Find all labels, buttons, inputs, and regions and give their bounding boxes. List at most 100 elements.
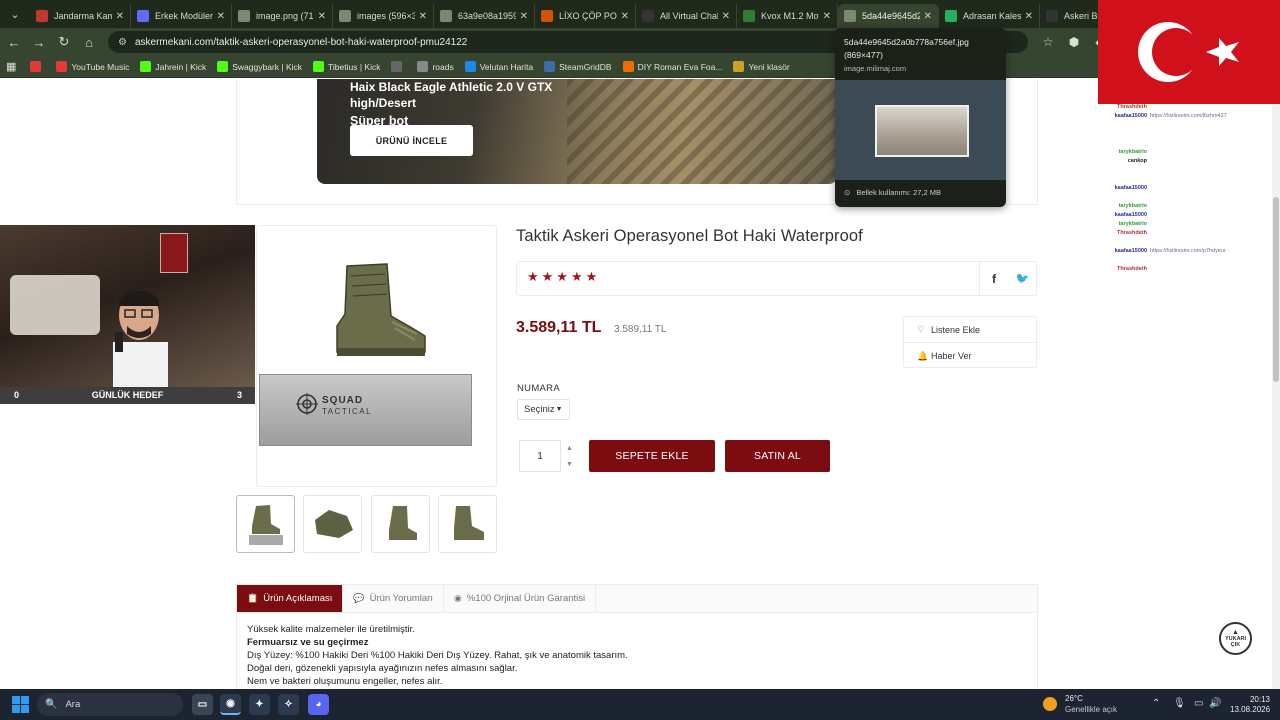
- bookmark-star-icon[interactable]: ☆: [1038, 32, 1058, 52]
- review-product-button[interactable]: ÜRÜNÜ İNCELE: [350, 125, 473, 156]
- bookmark-item[interactable]: Velutan Harita: [464, 61, 533, 72]
- tab-close-icon[interactable]: ✕: [823, 11, 831, 22]
- forward-icon[interactable]: →: [28, 31, 50, 53]
- tab-close-icon[interactable]: ✕: [318, 11, 326, 22]
- reload-icon[interactable]: ↻: [53, 31, 75, 53]
- app-icon-2[interactable]: ✧: [278, 694, 299, 715]
- bookmark-item[interactable]: roads: [417, 61, 454, 72]
- extension-icon[interactable]: ⬢: [1064, 32, 1084, 52]
- browser-tab[interactable]: Adrasan Kales ✕: [939, 4, 1040, 28]
- system-clock[interactable]: 20:13 13.08.2026: [1230, 695, 1270, 715]
- bookmark-item[interactable]: SteamGridDB: [544, 61, 612, 72]
- twitter-share-icon[interactable]: 🐦: [1008, 262, 1037, 295]
- chat-message: Thrashdeth: [1098, 230, 1280, 237]
- chat-message: [1098, 239, 1280, 246]
- back-icon[interactable]: ←: [3, 31, 25, 53]
- buy-now-button[interactable]: SATIN AL: [725, 440, 830, 472]
- streamer-image: [113, 290, 168, 387]
- facebook-share-icon[interactable]: f: [979, 262, 1008, 295]
- tab-close-icon[interactable]: ✕: [621, 11, 629, 22]
- tab-close-icon[interactable]: ✕: [217, 11, 225, 22]
- bookmark-item[interactable]: Tibetius | Kick: [313, 61, 380, 72]
- site-info-icon[interactable]: ⚙: [118, 37, 127, 48]
- tab-title: All Virtual Chal: [660, 11, 718, 21]
- product-tab[interactable]: 📋 Ürün Açıklaması: [237, 585, 344, 612]
- app-icon[interactable]: ✦: [249, 694, 270, 715]
- chrome-icon[interactable]: ◉: [220, 694, 241, 715]
- tab-favicon-icon: [137, 10, 149, 22]
- chat-username: Thrashdeth: [1117, 230, 1147, 236]
- tab-close-icon[interactable]: ✕: [419, 11, 427, 22]
- browser-tab[interactable]: All Virtual Chal ✕: [636, 4, 737, 28]
- turkish-flag-overlay: [1098, 0, 1280, 104]
- product-gallery[interactable]: SQUAD TACTICAL: [256, 225, 497, 487]
- taskbar-search[interactable]: 🔍 Ara: [37, 693, 183, 716]
- windows-start-icon[interactable]: [12, 696, 29, 713]
- scroll-to-top-button[interactable]: ▲ YUKARI ÇIK: [1219, 622, 1252, 655]
- hover-card-preview: [835, 80, 1006, 180]
- chat-message: [1098, 176, 1280, 183]
- tab-close-icon[interactable]: ✕: [1025, 11, 1033, 22]
- home-icon[interactable]: ⌂: [78, 31, 100, 53]
- chat-username: kaafaa15000: [1114, 185, 1147, 191]
- quantity-increase-icon[interactable]: ▲: [563, 441, 576, 455]
- microphone-icon[interactable]: 🎙: [1173, 698, 1186, 709]
- tab-title: Jandarma Kam: [54, 11, 112, 21]
- bookmark-item[interactable]: [391, 61, 406, 72]
- bookmark-item[interactable]: Jahrein | Kick: [140, 61, 206, 72]
- chat-username: [1098, 131, 1147, 138]
- chat-message: [1098, 194, 1280, 201]
- browser-tab[interactable]: images (596×3 ✕: [333, 4, 434, 28]
- webcam-light: [10, 275, 100, 335]
- size-select[interactable]: Seçiniz ▼: [517, 399, 570, 420]
- tab-close-icon[interactable]: ✕: [722, 11, 730, 22]
- add-to-cart-button[interactable]: SEPETE EKLE: [589, 440, 715, 472]
- tab-strip: ⌄ Jandarma Kam ✕ Erkek Modüler ✕ image.png (…: [0, 0, 1280, 28]
- bookmark-item[interactable]: [30, 61, 45, 72]
- discord-icon[interactable]: ◕: [308, 694, 329, 715]
- tab-title: LİXO ÇÖP POŞ: [559, 11, 617, 21]
- product-tab[interactable]: 💬 Ürün Yorumları: [343, 585, 444, 612]
- product-actions: ♡ Listene Ekle 🔔 Haber Ver: [903, 316, 1037, 368]
- thumbnail-image: [248, 505, 283, 545]
- product-thumbnail-4[interactable]: [438, 495, 497, 553]
- quantity-decrease-icon[interactable]: ▼: [563, 457, 576, 471]
- tab-close-icon[interactable]: ✕: [924, 11, 932, 22]
- chat-message: Thrashdeth: [1098, 266, 1280, 273]
- network-icon[interactable]: ▭: [1194, 698, 1203, 709]
- apps-grid-icon[interactable]: ▦: [6, 60, 16, 73]
- browser-tab[interactable]: Erkek Modüler ✕: [131, 4, 232, 28]
- volume-icon[interactable]: 🔊: [1209, 698, 1221, 709]
- thumbnail-image: [388, 506, 417, 540]
- file-explorer-icon[interactable]: ▭: [192, 694, 213, 715]
- bookmark-item[interactable]: Swaggybark | Kick: [217, 61, 302, 72]
- bookmark-favicon-icon: [464, 61, 476, 72]
- product-tabs: 📋 Ürün Açıklaması 💬 Ürün Yorumları ◉ %100 Orj…: [236, 584, 1038, 612]
- browser-tab[interactable]: image.png (71 ✕: [232, 4, 333, 28]
- tab-close-icon[interactable]: ✕: [520, 11, 528, 22]
- tray-chevron-icon[interactable]: ⌃: [1152, 698, 1160, 709]
- browser-tab[interactable]: Kvox M1.2 Mot ✕: [737, 4, 838, 28]
- notify-me-button[interactable]: 🔔 Haber Ver: [904, 343, 1036, 369]
- bookmark-item[interactable]: DIY Roman Eva Foa...: [622, 61, 722, 72]
- product-thumbnail-2[interactable]: [303, 495, 362, 553]
- browser-tab[interactable]: LİXO ÇÖP POŞ ✕: [535, 4, 636, 28]
- bookmark-item[interactable]: YouTube Music: [56, 61, 129, 72]
- browser-tab[interactable]: 63a9e08a1959 ✕: [434, 4, 535, 28]
- tab-favicon-icon: [440, 10, 452, 22]
- promo-banner[interactable]: Haix Black Eagle Athletic 2.0 V GTX high…: [317, 79, 837, 184]
- description-line: Doğal deri, gözenekli yapısıyla ayağınız…: [247, 663, 518, 674]
- product-thumbnail-1[interactable]: [236, 495, 295, 553]
- product-thumbnail-3[interactable]: [371, 495, 430, 553]
- tab-close-icon[interactable]: ✕: [116, 11, 124, 22]
- chat-message: kaafaa15000 https://hizliresim.com/lbzhm4…: [1098, 113, 1280, 120]
- size-label: NUMARA: [517, 383, 560, 394]
- add-to-wishlist-button[interactable]: ♡ Listene Ekle: [904, 317, 1036, 343]
- tab-favicon-icon: [945, 10, 957, 22]
- browser-tab[interactable]: Jandarma Kam ✕: [30, 4, 131, 28]
- tab-search-icon[interactable]: ⌄: [6, 5, 24, 23]
- browser-tab[interactable]: 5da44e9645d2 ✕: [838, 4, 939, 28]
- product-tab[interactable]: ◉ %100 Orjinal Ürün Garantisi: [444, 585, 597, 612]
- bookmark-item[interactable]: Yeni klasör: [733, 61, 790, 72]
- quantity-input[interactable]: 1: [519, 440, 561, 472]
